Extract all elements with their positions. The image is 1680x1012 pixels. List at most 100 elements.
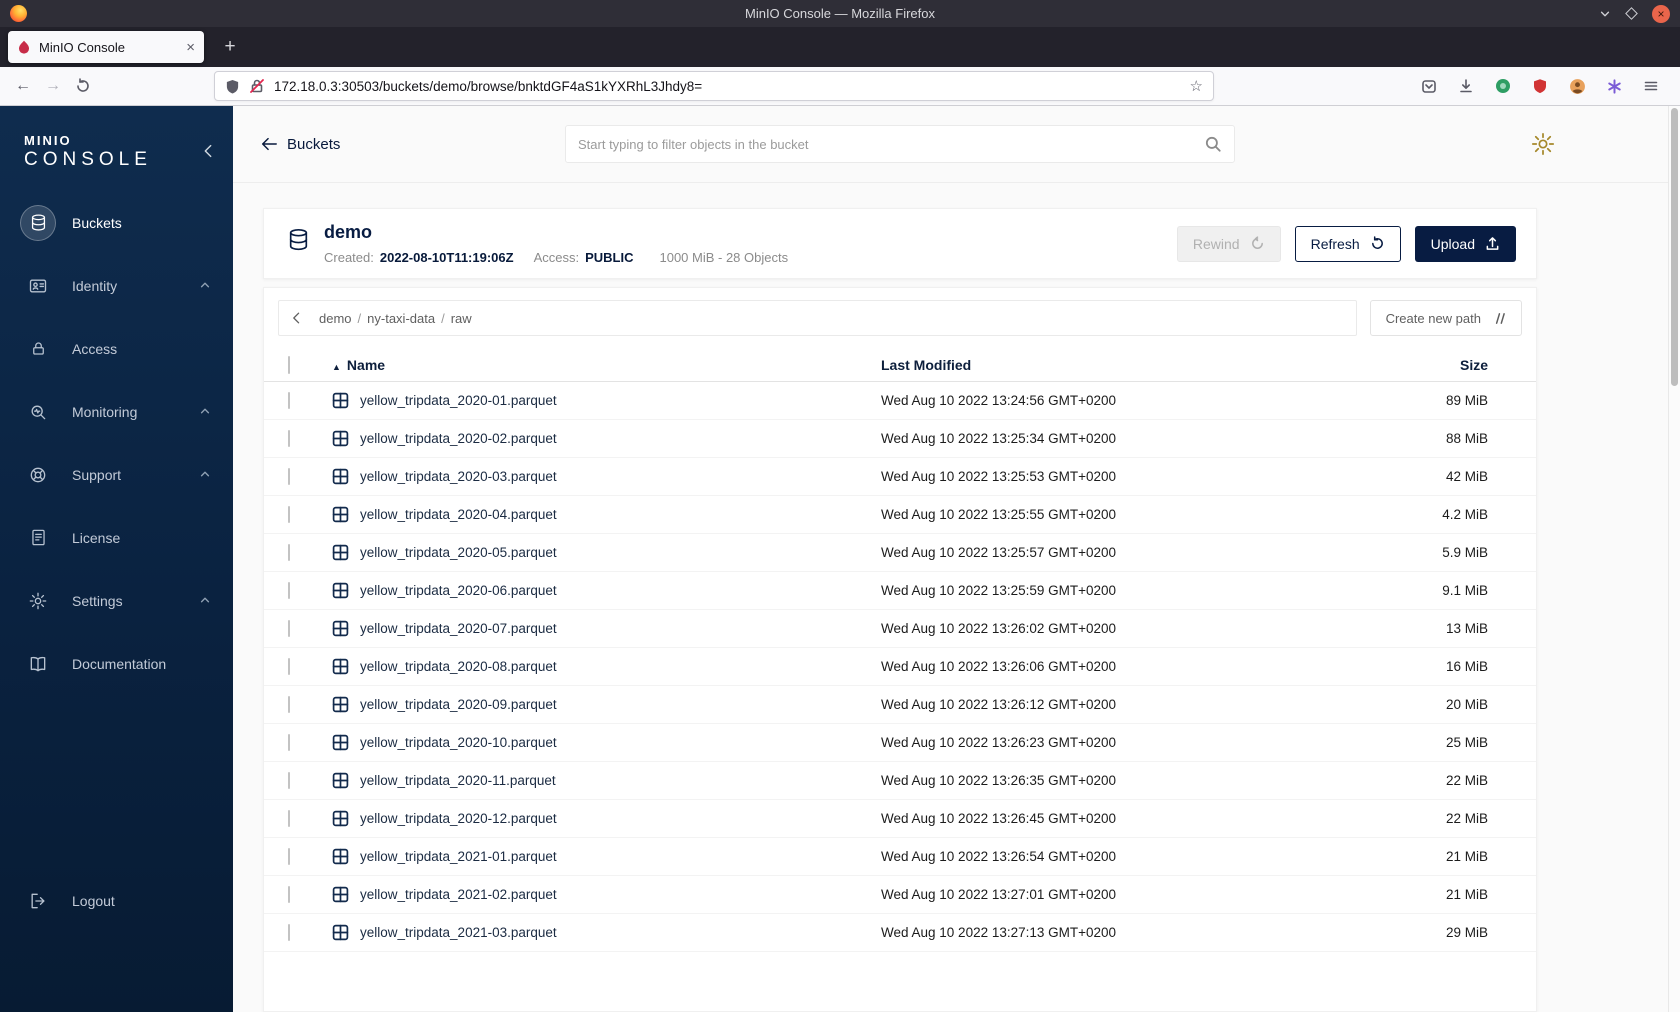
breadcrumb-segment[interactable]: ny-taxi-data (367, 311, 435, 326)
row-checkbox[interactable] (288, 430, 290, 447)
row-checkbox[interactable] (288, 392, 290, 409)
support-icon (30, 467, 46, 482)
tracking-protection-shield-icon[interactable] (225, 79, 240, 94)
object-name[interactable]: yellow_tripdata_2021-02.parquet (360, 887, 557, 902)
row-checkbox[interactable] (288, 544, 290, 561)
breadcrumb-segment[interactable]: demo (319, 311, 352, 326)
object-table-row[interactable]: yellow_tripdata_2021-02.parquet Wed Aug … (264, 876, 1536, 914)
new-tab-button[interactable]: + (216, 33, 244, 61)
object-table-row[interactable]: yellow_tripdata_2020-10.parquet Wed Aug … (264, 724, 1536, 762)
object-name[interactable]: yellow_tripdata_2020-01.parquet (360, 393, 557, 408)
sidebar-item-label: Buckets (72, 214, 122, 231)
browser-settings-button[interactable] (1530, 131, 1556, 157)
object-table-row[interactable]: yellow_tripdata_2020-05.parquet Wed Aug … (264, 534, 1536, 572)
row-checkbox[interactable] (288, 848, 290, 865)
parquet-file-icon (332, 696, 349, 713)
breadcrumb-segment[interactable]: raw (451, 311, 472, 326)
url-text[interactable]: 172.18.0.3:30503/buckets/demo/browse/bnk… (274, 79, 1181, 94)
browser-forward-button[interactable]: → (38, 71, 68, 101)
object-table-row[interactable]: yellow_tripdata_2020-04.parquet Wed Aug … (264, 496, 1536, 534)
profile-button[interactable] (1562, 71, 1592, 101)
chevron-down-icon (1600, 11, 1610, 16)
row-checkbox[interactable] (288, 468, 290, 485)
object-table-row[interactable]: yellow_tripdata_2020-01.parquet Wed Aug … (264, 382, 1536, 420)
window-maximize-button[interactable] (1625, 7, 1638, 20)
row-checkbox[interactable] (288, 506, 290, 523)
row-checkbox[interactable] (288, 582, 290, 599)
object-name[interactable]: yellow_tripdata_2021-01.parquet (360, 849, 557, 864)
sidebar-item-support[interactable]: Support (0, 443, 233, 506)
downloads-button[interactable] (1451, 71, 1481, 101)
object-table-row[interactable]: yellow_tripdata_2021-01.parquet Wed Aug … (264, 838, 1536, 876)
row-checkbox[interactable] (288, 734, 290, 751)
object-filter-search[interactable] (565, 125, 1235, 163)
object-table-row[interactable]: yellow_tripdata_2020-11.parquet Wed Aug … (264, 762, 1536, 800)
column-header-modified[interactable]: Last Modified (881, 357, 1426, 373)
window-close-button[interactable]: × (1652, 4, 1670, 23)
object-name[interactable]: yellow_tripdata_2020-04.parquet (360, 507, 557, 522)
scrollbar-thumb[interactable] (1671, 108, 1678, 386)
bookmark-star-icon[interactable]: ☆ (1190, 77, 1203, 95)
object-table-row[interactable]: yellow_tripdata_2020-08.parquet Wed Aug … (264, 648, 1536, 686)
object-name[interactable]: yellow_tripdata_2020-09.parquet (360, 697, 557, 712)
extension-green-button[interactable] (1488, 71, 1518, 101)
object-name[interactable]: yellow_tripdata_2020-05.parquet (360, 545, 557, 560)
path-back-button[interactable] (289, 310, 305, 326)
object-table-row[interactable]: yellow_tripdata_2020-12.parquet Wed Aug … (264, 800, 1536, 838)
row-checkbox[interactable] (288, 810, 290, 827)
object-table-row[interactable]: yellow_tripdata_2020-06.parquet Wed Aug … (264, 572, 1536, 610)
sidebar-item-settings[interactable]: Settings (0, 569, 233, 632)
back-to-buckets-link[interactable]: Buckets (260, 135, 340, 153)
row-checkbox[interactable] (288, 658, 290, 675)
access-value[interactable]: PUBLIC (585, 250, 633, 265)
url-bar[interactable]: 172.18.0.3:30503/buckets/demo/browse/bnk… (214, 71, 1214, 101)
object-name[interactable]: yellow_tripdata_2020-06.parquet (360, 583, 557, 598)
sidebar-item-identity[interactable]: Identity (0, 254, 233, 317)
column-header-size[interactable]: Size (1426, 357, 1488, 373)
sidebar-collapse-button[interactable] (199, 142, 217, 165)
sidebar-item-access[interactable]: Access (0, 317, 233, 380)
page-scrollbar[interactable] (1668, 106, 1680, 1012)
select-all-checkbox[interactable] (288, 355, 290, 374)
window-minimize-button[interactable] (1599, 8, 1611, 20)
object-name[interactable]: yellow_tripdata_2020-11.parquet (360, 773, 556, 788)
browser-reload-button[interactable] (68, 71, 98, 101)
upload-button[interactable]: Upload (1414, 225, 1516, 262)
row-checkbox[interactable] (288, 924, 290, 941)
row-checkbox[interactable] (288, 772, 290, 789)
sidebar-item-documentation[interactable]: Documentation (0, 632, 233, 695)
row-checkbox[interactable] (288, 696, 290, 713)
row-checkbox[interactable] (288, 620, 290, 637)
pocket-button[interactable] (1414, 71, 1444, 101)
row-checkbox[interactable] (288, 886, 290, 903)
object-table-row[interactable]: yellow_tripdata_2020-07.parquet Wed Aug … (264, 610, 1536, 648)
sidebar-item-monitoring[interactable]: Monitoring (0, 380, 233, 443)
object-table-row[interactable]: yellow_tripdata_2020-03.parquet Wed Aug … (264, 458, 1536, 496)
sidebar-item-buckets[interactable]: Buckets (0, 191, 233, 254)
object-table-row[interactable]: yellow_tripdata_2020-02.parquet Wed Aug … (264, 420, 1536, 458)
object-size: 89 MiB (1445, 393, 1488, 408)
search-input[interactable] (578, 136, 1196, 152)
object-table-row[interactable]: yellow_tripdata_2021-03.parquet Wed Aug … (264, 914, 1536, 952)
object-name[interactable]: yellow_tripdata_2020-08.parquet (360, 659, 557, 674)
ublock-button[interactable] (1525, 71, 1555, 101)
object-name[interactable]: yellow_tripdata_2020-10.parquet (360, 735, 557, 750)
object-name[interactable]: yellow_tripdata_2020-03.parquet (360, 469, 557, 484)
create-new-path-button[interactable]: Create new path (1369, 300, 1522, 336)
menu-button[interactable] (1636, 71, 1666, 101)
object-name[interactable]: yellow_tripdata_2020-02.parquet (360, 431, 557, 446)
column-header-name[interactable]: ▲ Name (332, 357, 881, 373)
sidebar-item-logout[interactable]: Logout (0, 869, 233, 932)
refresh-button[interactable]: Refresh (1294, 225, 1401, 262)
sidebar-item-license[interactable]: License (0, 506, 233, 569)
browser-tab[interactable]: MinIO Console × (8, 31, 204, 63)
object-name[interactable]: yellow_tripdata_2021-03.parquet (360, 925, 557, 940)
object-name[interactable]: yellow_tripdata_2020-12.parquet (360, 811, 557, 826)
insecure-lock-icon[interactable] (249, 78, 265, 94)
object-name[interactable]: yellow_tripdata_2020-07.parquet (360, 621, 557, 636)
brand-minio: MINIO (24, 133, 72, 148)
tab-close-icon[interactable]: × (186, 39, 195, 56)
extension-purple-button[interactable] (1599, 71, 1629, 101)
object-table-row[interactable]: yellow_tripdata_2020-09.parquet Wed Aug … (264, 686, 1536, 724)
browser-back-button[interactable]: ← (8, 71, 38, 101)
